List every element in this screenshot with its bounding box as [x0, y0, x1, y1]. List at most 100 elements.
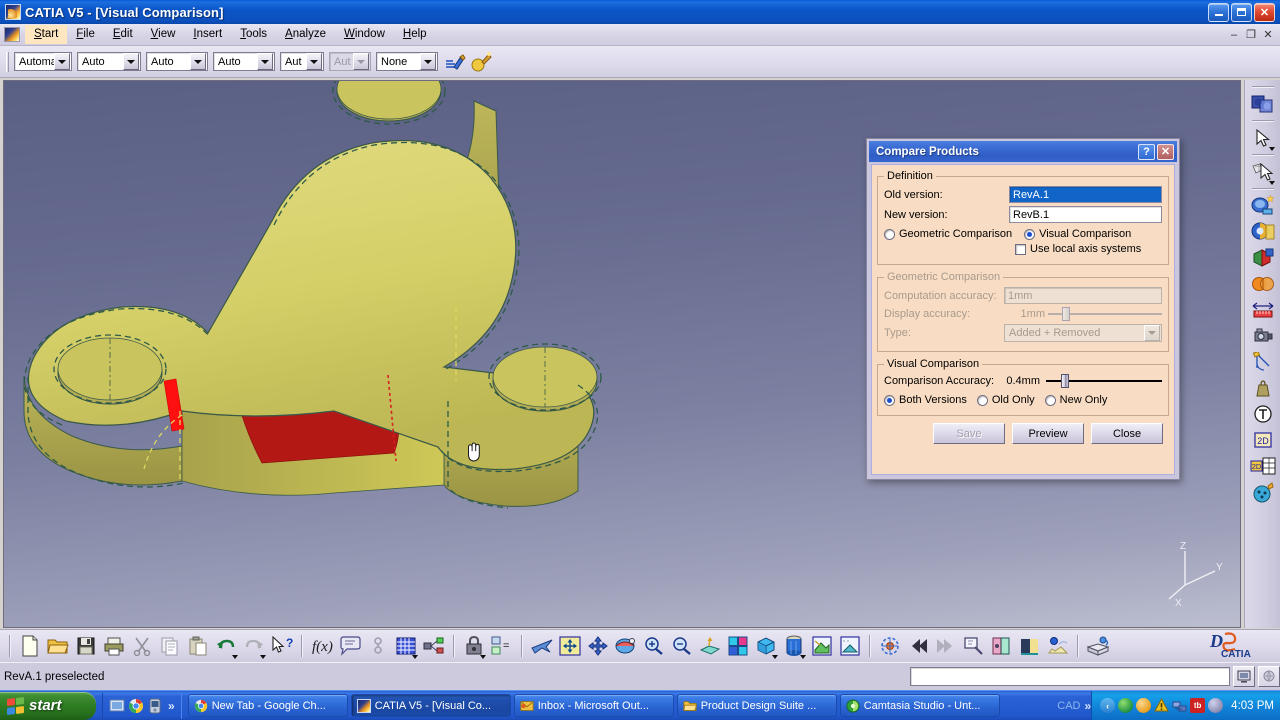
zoom-in-icon[interactable] [640, 633, 668, 660]
ground-icon[interactable] [1084, 633, 1112, 660]
open-folder-icon[interactable] [44, 633, 72, 660]
pan-icon[interactable] [584, 633, 612, 660]
chevron-down-icon[interactable] [190, 53, 206, 70]
undo-icon[interactable] [212, 633, 240, 660]
task-pds[interactable]: Product Design Suite ... [676, 694, 837, 717]
geometric-comparison-label[interactable]: Geometric Comparison [899, 228, 1012, 240]
formula-icon[interactable]: f(x) [308, 633, 336, 660]
chevron-down-icon[interactable] [412, 654, 418, 659]
chevron-down-icon[interactable] [260, 654, 266, 659]
grid-icon[interactable] [392, 633, 420, 660]
enhanced-scene-icon[interactable] [1249, 219, 1277, 245]
apply-material-combo[interactable]: Automa [14, 52, 72, 71]
search-icon[interactable] [960, 633, 988, 660]
apply-scene-icon[interactable] [1249, 193, 1277, 219]
painter-brush-icon[interactable] [443, 50, 467, 74]
menu-item-window[interactable]: Window [335, 25, 394, 44]
copy-icon[interactable] [156, 633, 184, 660]
shading-icon[interactable] [808, 633, 836, 660]
compass-angle-icon[interactable] [1249, 349, 1277, 375]
previous-node-icon[interactable] [904, 633, 932, 660]
old-version-field[interactable]: RevA.1 [1009, 186, 1162, 203]
render-style-icon[interactable] [780, 633, 808, 660]
isometric-view-icon[interactable] [752, 633, 780, 660]
command-input[interactable] [910, 667, 1230, 686]
weight-icon[interactable] [1249, 375, 1277, 401]
menu-item-file[interactable]: File [67, 25, 104, 44]
compare-products-dialog[interactable]: Compare Products ? ✕ Definition Old vers… [866, 138, 1180, 480]
close-button[interactable]: Close [1091, 423, 1163, 444]
rotate-icon[interactable] [612, 633, 640, 660]
constraint-icon[interactable]: = [488, 633, 516, 660]
dialog-close-button[interactable]: ✕ [1157, 143, 1174, 160]
sectioning-icon[interactable] [1249, 245, 1277, 271]
layer-combo[interactable]: Aut [280, 52, 324, 71]
preview-button[interactable]: Preview [1012, 423, 1084, 444]
chevron-down-icon[interactable] [800, 654, 806, 659]
menu-item-edit[interactable]: Edit [104, 25, 142, 44]
apply-material-icon[interactable] [469, 50, 493, 74]
menu-item-insert[interactable]: Insert [184, 25, 231, 44]
chevron-down-icon[interactable] [772, 654, 778, 659]
distance-measure-icon[interactable] [1249, 297, 1277, 323]
lock-icon[interactable] [460, 633, 488, 660]
text-annotation-icon[interactable] [1249, 401, 1277, 427]
minimize-button[interactable] [1208, 2, 1229, 22]
next-node-icon[interactable] [932, 633, 960, 660]
menu-item-view[interactable]: View [142, 25, 185, 44]
render-style-combo[interactable]: Auto [77, 52, 141, 71]
camera-icon[interactable] [1249, 323, 1277, 349]
old-only-label[interactable]: Old Only [992, 394, 1035, 406]
chevron-down-icon[interactable] [420, 53, 436, 70]
compare-products-icon[interactable] [1249, 91, 1277, 117]
visual-comparison-radio[interactable] [1024, 228, 1036, 240]
chevron-down-icon[interactable] [232, 654, 238, 659]
old-only-radio[interactable] [976, 394, 988, 406]
chevron-down-icon[interactable] [257, 53, 273, 70]
quicklaunch-more-button[interactable]: » [168, 699, 175, 713]
chevron-down-icon[interactable] [54, 53, 70, 70]
show-desktop-icon[interactable] [109, 698, 125, 714]
tray-warning-icon[interactable] [1154, 697, 1170, 713]
hide-show-icon[interactable] [836, 633, 864, 660]
publication-icon[interactable] [420, 633, 448, 660]
save-floppy-icon[interactable] [72, 633, 100, 660]
menu-item-help[interactable]: Help [394, 25, 436, 44]
fly-mode-icon[interactable] [528, 633, 556, 660]
select-arrow-icon[interactable] [1249, 125, 1277, 151]
depth-effect-icon[interactable] [1044, 633, 1072, 660]
menu-item-start[interactable]: Start [25, 25, 68, 44]
measure-item-icon[interactable] [1249, 159, 1277, 185]
2d-view-icon[interactable]: 2D [1249, 427, 1277, 453]
maximize-button[interactable] [1231, 2, 1252, 22]
whats-this-icon[interactable]: ? [268, 633, 296, 660]
menu-item-tools[interactable]: Tools [231, 25, 276, 44]
line-type-combo[interactable]: None [376, 52, 438, 71]
dialog-help-button[interactable]: ? [1138, 143, 1155, 160]
comment-icon[interactable] [336, 633, 364, 660]
normal-view-icon[interactable] [696, 633, 724, 660]
link-icon[interactable] [364, 633, 392, 660]
clock[interactable]: 4:03 PM [1231, 700, 1274, 712]
session-button[interactable] [1258, 666, 1280, 687]
chevron-down-icon[interactable] [1268, 147, 1275, 151]
both-versions-label[interactable]: Both Versions [899, 394, 967, 406]
tray-collapse-button[interactable]: ‹ [1100, 698, 1116, 713]
tray-nvidia-icon[interactable] [1118, 698, 1134, 713]
toolbar-grip[interactable] [6, 51, 9, 72]
tree-overview-icon[interactable] [988, 633, 1016, 660]
document-close-button[interactable]: ✕ [1260, 27, 1276, 43]
swap-visible-icon[interactable] [876, 633, 904, 660]
task-catia[interactable]: CATIA V5 - [Visual Co... [350, 694, 511, 717]
dialog-titlebar[interactable]: Compare Products ? ✕ [869, 141, 1177, 162]
close-button[interactable]: ✕ [1254, 2, 1275, 22]
multi-view-icon[interactable] [724, 633, 752, 660]
tray-expand-button[interactable]: » [1084, 699, 1091, 713]
media-player-icon[interactable] [147, 698, 163, 714]
both-versions-radio[interactable] [884, 394, 895, 406]
menu-item-analyze[interactable]: Analyze [276, 25, 335, 44]
chevron-down-icon[interactable] [306, 53, 322, 70]
2d-layout-icon[interactable]: 2D [1249, 453, 1277, 479]
clash-detection-icon[interactable] [1249, 271, 1277, 297]
new-document-icon[interactable] [16, 633, 44, 660]
